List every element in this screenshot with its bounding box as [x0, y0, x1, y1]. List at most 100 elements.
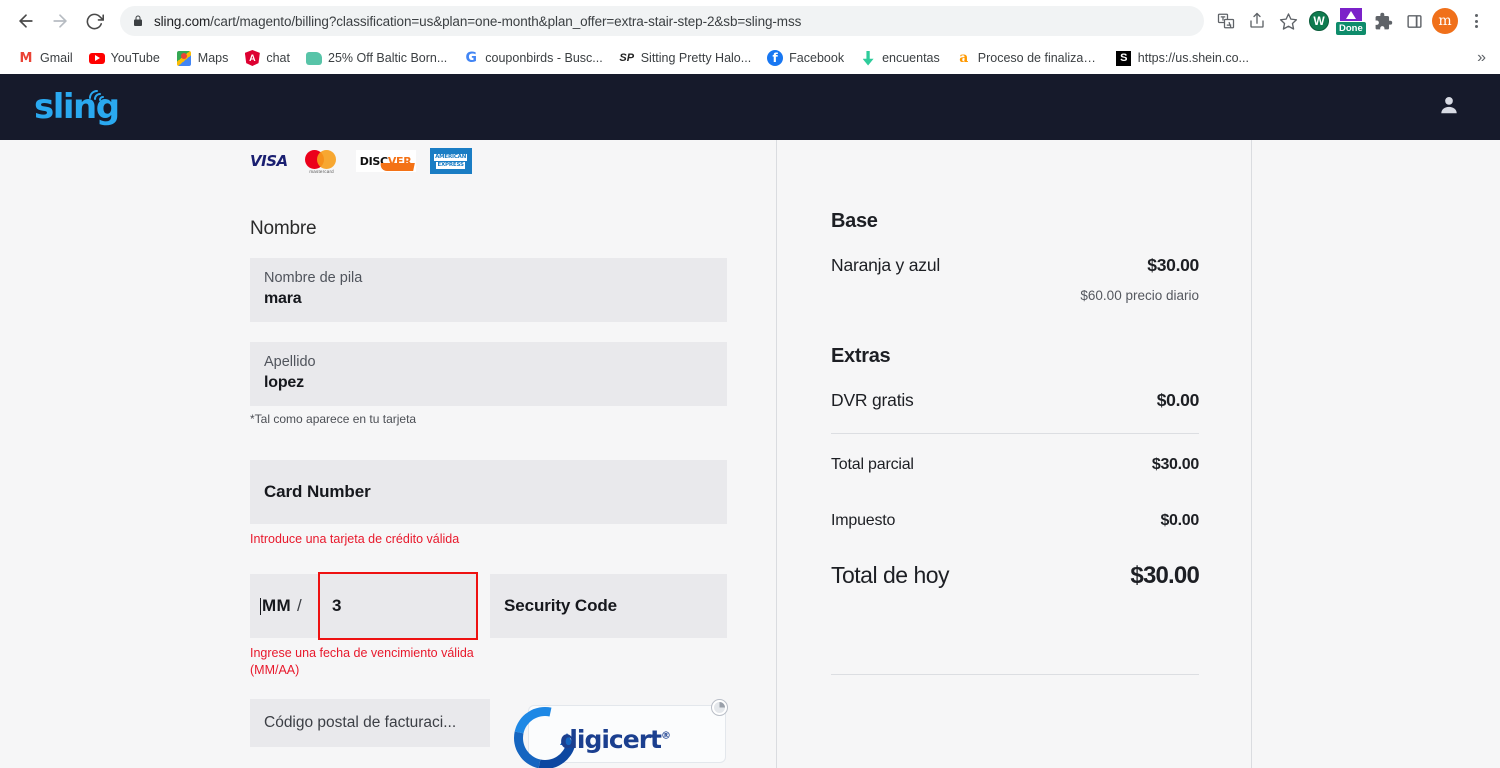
extensions-puzzle-icon[interactable]	[1369, 7, 1397, 35]
sling-logo[interactable]: sling	[30, 90, 120, 124]
bookmark-amazon[interactable]: a Proceso de finalizac...	[948, 46, 1108, 70]
checkout-content: VISA mastercard DISCVER AMERICAN EXPRESS …	[0, 140, 1500, 768]
base-item-price: $30.00	[1147, 255, 1199, 275]
bookmark-label: chat	[266, 51, 290, 65]
digicert-seal[interactable]: digicert®	[502, 695, 730, 768]
bookmarks-overflow-button[interactable]: »	[1477, 49, 1490, 67]
base-heading: Base	[831, 210, 878, 232]
shein-icon: S	[1116, 50, 1132, 66]
discover-logo: DISCVER	[355, 150, 416, 172]
address-host: sling.com	[154, 13, 211, 29]
mastercard-label: mastercard	[309, 169, 334, 174]
base-item-label: Naranja y azul	[831, 255, 941, 275]
base-daily-note: $60.00 precio diario	[1080, 288, 1199, 303]
sling-waves-icon	[88, 90, 104, 101]
bookmark-gmail[interactable]: M Gmail	[10, 46, 81, 70]
bookmark-youtube[interactable]: YouTube	[81, 46, 168, 70]
security-code-field[interactable]: Security Code	[490, 574, 727, 638]
youtube-icon	[88, 50, 105, 66]
subtotal-row: Total parcial $30.00	[831, 456, 1199, 474]
kebab-dots	[1465, 14, 1487, 28]
google-icon: G	[465, 50, 478, 66]
expiry-separator: /	[296, 596, 302, 615]
subtotal-label: Total parcial	[831, 456, 914, 473]
expiry-year-highlight[interactable]: 3	[318, 572, 478, 640]
bookmark-encuentas[interactable]: encuentas	[852, 46, 948, 70]
extension-wot-badge: W	[1309, 11, 1329, 31]
sitting-pretty-icon: SP	[619, 52, 635, 64]
security-code-placeholder: Security Code	[504, 596, 618, 615]
tax-label: Impuesto	[831, 512, 896, 529]
base-row: Naranja y azul $30.00	[831, 255, 1199, 276]
expiry-field[interactable]: MM / 3	[250, 572, 478, 640]
visa-label: VISA	[250, 152, 288, 170]
address-bar[interactable]: sling.com/cart/magento/billing?classific…	[120, 6, 1204, 36]
bookmark-star-icon[interactable]	[1274, 7, 1302, 35]
extension-done-icon[interactable]: Done	[1336, 7, 1366, 35]
last-name-value: lopez	[264, 374, 304, 391]
extras-heading: Extras	[831, 345, 891, 367]
billing-zip-field[interactable]: Código postal de facturaci...	[250, 699, 490, 747]
bookmark-baltic-born[interactable]: 25% Off Baltic Born...	[298, 46, 455, 70]
account-icon[interactable]	[1438, 93, 1460, 122]
page-title: Nombre	[250, 218, 317, 239]
share-icon[interactable]	[1243, 7, 1271, 35]
extension-wot-icon[interactable]: W	[1305, 7, 1333, 35]
side-panel-icon[interactable]	[1400, 7, 1428, 35]
bookmark-chat[interactable]: Achat	[236, 46, 298, 70]
profile-avatar[interactable]: m	[1431, 7, 1459, 35]
browser-chrome: sling.com/cart/magento/billing?classific…	[0, 0, 1500, 74]
bookmark-label: https://us.shein.co...	[1137, 51, 1249, 65]
profile-initial: m	[1432, 8, 1458, 34]
bookmark-label: encuentas	[882, 51, 940, 65]
expiry-error: Ingrese una fecha de vencimiento válida …	[250, 646, 474, 677]
total-value: $30.00	[1130, 562, 1199, 589]
chrome-menu-icon[interactable]	[1462, 7, 1490, 35]
maps-icon	[176, 50, 192, 66]
expiry-month-placeholder: MM	[262, 596, 291, 615]
last-name-field[interactable]: Apellido lopez	[250, 342, 727, 406]
extension-done-label: Done	[1336, 22, 1366, 35]
bookmark-maps[interactable]: Maps	[168, 46, 237, 70]
encuentas-icon	[860, 50, 876, 66]
first-name-value: mara	[264, 290, 302, 307]
card-number-error: Introduce una tarjeta de crédito válida	[250, 532, 460, 546]
digicert-registered: ®	[660, 730, 671, 742]
amex-line2: EXPRESS	[436, 161, 465, 169]
bookmark-label: Proceso de finalizac...	[977, 51, 1100, 65]
summary-divider-bottom	[831, 674, 1199, 675]
back-button[interactable]	[10, 5, 42, 37]
first-name-field[interactable]: Nombre de pila mara	[250, 258, 727, 322]
bookmark-sitting-pretty[interactable]: SP Sitting Pretty Halo...	[611, 46, 759, 70]
amex-line1: AMERICAN	[434, 153, 468, 161]
extras-item-price: $0.00	[1156, 390, 1200, 410]
subtotal-value: $30.00	[1151, 456, 1199, 473]
translate-icon[interactable]	[1212, 7, 1240, 35]
site-header: sling	[0, 74, 1500, 140]
extras-item-label: DVR gratis	[831, 390, 914, 410]
last-name-label: Apellido	[264, 354, 316, 370]
bookmark-label: Sitting Pretty Halo...	[640, 51, 752, 65]
right-gutter	[1252, 140, 1500, 768]
total-label: Total de hoy	[831, 562, 950, 588]
facebook-icon: f	[767, 50, 784, 66]
digicert-label: digicert®	[560, 725, 671, 754]
billing-zip-row: Código postal de facturaci... digicert®	[250, 695, 810, 768]
card-number-field[interactable]: Card Number	[250, 460, 727, 524]
browser-toolbar: sling.com/cart/magento/billing?classific…	[0, 0, 1500, 42]
text-caret	[260, 597, 261, 615]
bookmark-label: Gmail	[40, 51, 73, 65]
bookmark-label: Maps	[197, 51, 229, 65]
extras-row: DVR gratis $0.00	[831, 390, 1199, 411]
bookmark-facebook[interactable]: f Facebook	[759, 46, 852, 70]
bookmark-shein[interactable]: Shttps://us.shein.co...	[1108, 46, 1257, 70]
billing-zip-placeholder: Código postal de facturaci...	[264, 714, 457, 731]
name-hint: *Tal como aparece en tu tarjeta	[250, 412, 417, 426]
bookmark-label: YouTube	[110, 51, 160, 65]
amazon-icon: a	[959, 50, 969, 66]
reload-button[interactable]	[78, 5, 110, 37]
visa-logo: VISA	[250, 151, 288, 172]
bookmark-couponbirds[interactable]: Gcouponbirds - Busc...	[455, 46, 610, 70]
seal-spinner-icon	[711, 699, 728, 716]
forward-button[interactable]	[44, 5, 76, 37]
